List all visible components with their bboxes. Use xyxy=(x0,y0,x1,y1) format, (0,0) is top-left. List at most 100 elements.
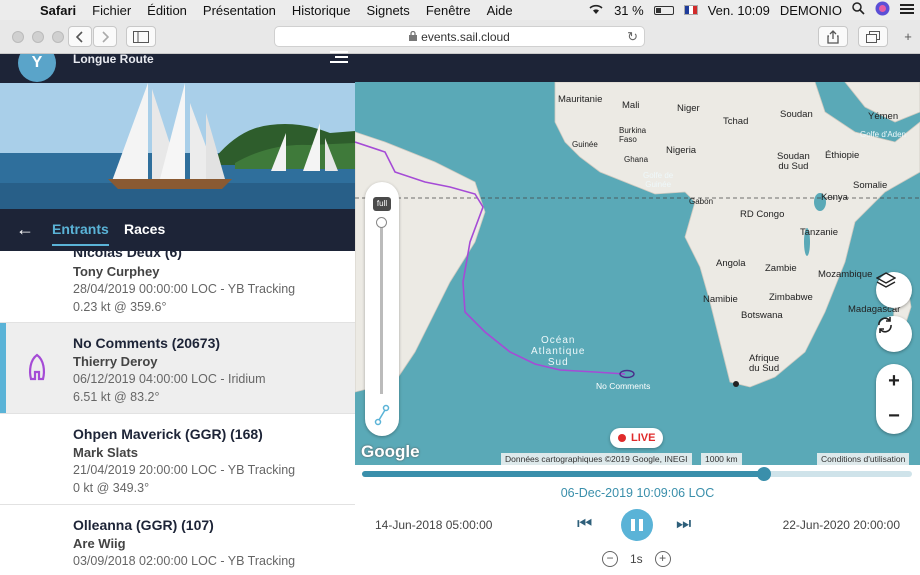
address-bar[interactable]: events.sail.cloud ↻ xyxy=(274,26,645,47)
menu-app[interactable]: Safari xyxy=(32,3,84,18)
boat-icon xyxy=(27,353,47,386)
map-label: Niger xyxy=(677,103,700,114)
fast-forward-button[interactable]: ⏭ xyxy=(676,514,691,534)
battery-icon[interactable] xyxy=(653,5,674,15)
race-photo xyxy=(0,83,355,209)
map-label: Ghana xyxy=(624,155,649,164)
start-date: 14-Jun-2018 05:00:00 xyxy=(375,518,493,532)
zoom-slider[interactable]: full xyxy=(365,182,399,436)
sail-logo[interactable]: Y xyxy=(18,54,56,82)
race-map[interactable]: Mauritanie Mali Niger Tchad Soudan Yémen… xyxy=(355,82,920,465)
minimize-window-button[interactable] xyxy=(32,31,44,43)
menu-list-icon[interactable] xyxy=(900,3,914,18)
map-label: Guinée xyxy=(572,140,598,149)
speed-decrease-button[interactable]: − xyxy=(602,551,618,567)
menu-fichier[interactable]: Fichier xyxy=(84,3,139,18)
pause-icon xyxy=(631,519,635,531)
entrant-name: Olleanna (GGR) (107) xyxy=(73,517,214,533)
menu-signets[interactable]: Signets xyxy=(358,3,417,18)
speed-value: 1s xyxy=(630,552,643,566)
map-label: Golfe de Guinée xyxy=(643,171,674,189)
map-label: Tanzanie xyxy=(800,227,839,238)
slider-track[interactable] xyxy=(380,222,383,394)
live-badge[interactable]: LIVE xyxy=(610,428,664,448)
current-date: 06-Dec-2019 10:09:06 LOC xyxy=(560,486,715,500)
route-icon[interactable] xyxy=(374,404,390,426)
back-arrow-icon[interactable]: ← xyxy=(16,219,34,240)
zoom-window-button[interactable] xyxy=(52,31,64,43)
back-button[interactable] xyxy=(68,26,92,47)
layers-button[interactable] xyxy=(876,272,912,308)
app-header: Y Longue Route xyxy=(0,54,355,83)
skipper-name: Thierry Deroy xyxy=(73,354,158,369)
entrant-name: Nicolas Deux (6) xyxy=(73,251,182,260)
map-label: Golfe d'Aden xyxy=(860,130,907,139)
window-controls xyxy=(12,31,64,43)
map-label: RD Congo xyxy=(740,209,785,220)
timeline-progress xyxy=(362,471,764,477)
speed-info: 0 kt @ 349.3° xyxy=(73,481,150,495)
skipper-name: Are Wiig xyxy=(73,536,126,551)
wifi-icon[interactable] xyxy=(588,3,604,18)
clock[interactable]: Ven. 10:09 xyxy=(708,3,770,18)
zoom-full-button[interactable]: full xyxy=(373,197,391,211)
spotlight-search-icon[interactable] xyxy=(852,2,865,18)
map-label: Mauritanie xyxy=(558,94,603,105)
google-logo: Google xyxy=(361,442,420,461)
end-date: 22-Jun-2020 20:00:00 xyxy=(782,518,900,532)
map-label: Angola xyxy=(716,258,746,269)
race-title: Longue Route xyxy=(73,54,154,66)
map-label: Gabon xyxy=(689,197,714,206)
terms-link[interactable]: Conditions d'utilisation xyxy=(817,453,910,465)
menu-presentation[interactable]: Présentation xyxy=(195,3,284,18)
map-label: Yémen xyxy=(868,111,899,122)
position-info: 28/04/2019 00:00:00 LOC - YB Tracking xyxy=(73,282,296,296)
live-dot-icon xyxy=(618,434,626,442)
speed-increase-button[interactable]: + xyxy=(654,551,671,567)
map-label: Soudan xyxy=(780,109,813,120)
tab-races[interactable]: Races xyxy=(124,221,165,237)
menu-fenetre[interactable]: Fenêtre xyxy=(418,3,479,18)
zoom-out-button[interactable]: − xyxy=(876,399,912,434)
forward-button[interactable] xyxy=(93,26,117,47)
live-label: LIVE xyxy=(631,432,656,444)
list-item[interactable]: Nicolas Deux (6) Tony Curphey 28/04/2019… xyxy=(0,251,355,323)
skipper-name: Tony Curphey xyxy=(73,264,160,279)
tabs-overview-button[interactable] xyxy=(858,26,888,47)
menu-aide[interactable]: Aide xyxy=(479,3,521,18)
boat-label[interactable]: No Comments xyxy=(596,381,650,391)
reload-icon[interactable]: ↻ xyxy=(627,29,638,45)
list-item[interactable]: Ohpen Maverick (GGR) (168) Mark Slats 21… xyxy=(0,414,355,505)
map-label: Kenya xyxy=(821,192,848,203)
flag-icon[interactable] xyxy=(683,5,698,15)
user-name[interactable]: DEMONIO xyxy=(780,3,842,18)
sidebar-toggle-button[interactable] xyxy=(126,26,156,47)
timeline-track[interactable] xyxy=(362,467,912,481)
timeline-knob[interactable] xyxy=(756,467,771,481)
close-window-button[interactable] xyxy=(12,31,24,43)
share-button[interactable] xyxy=(818,26,848,47)
skipper-name: Mark Slats xyxy=(73,445,139,460)
new-tab-button[interactable]: + xyxy=(897,26,919,47)
map-attribution: Données cartographiques ©2019 Google, IN… xyxy=(501,453,692,465)
menu-bar: Safari Fichier Édition Présentation Hist… xyxy=(0,0,920,20)
menu-edition[interactable]: Édition xyxy=(139,3,195,18)
pause-button[interactable] xyxy=(621,509,653,541)
menu-historique[interactable]: Historique xyxy=(284,3,359,18)
speed-info: 0.23 kt @ 359.6° xyxy=(73,300,167,314)
map-label: Botswana xyxy=(741,310,783,321)
position-info: 21/04/2019 20:00:00 LOC - YB Tracking xyxy=(73,463,296,477)
tab-entrants[interactable]: Entrants xyxy=(52,221,109,246)
refresh-button[interactable] xyxy=(876,316,912,352)
slider-knob[interactable] xyxy=(376,217,387,228)
siri-icon[interactable] xyxy=(875,1,890,19)
map-label: Zimbabwe xyxy=(769,292,813,303)
map-label: Zambie xyxy=(765,263,797,274)
entrants-list: Nicolas Deux (6) Tony Curphey 28/04/2019… xyxy=(0,251,355,575)
list-item-selected[interactable]: No Comments (20673) Thierry Deroy 06/12/… xyxy=(0,323,355,414)
list-item[interactable]: Olleanna (GGR) (107) Are Wiig 03/09/2018… xyxy=(0,505,355,575)
lock-icon xyxy=(409,30,418,44)
rewind-button[interactable]: ⏮ xyxy=(577,514,592,534)
zoom-in-button[interactable]: + xyxy=(876,364,912,399)
collapse-menu-icon[interactable] xyxy=(330,50,348,71)
